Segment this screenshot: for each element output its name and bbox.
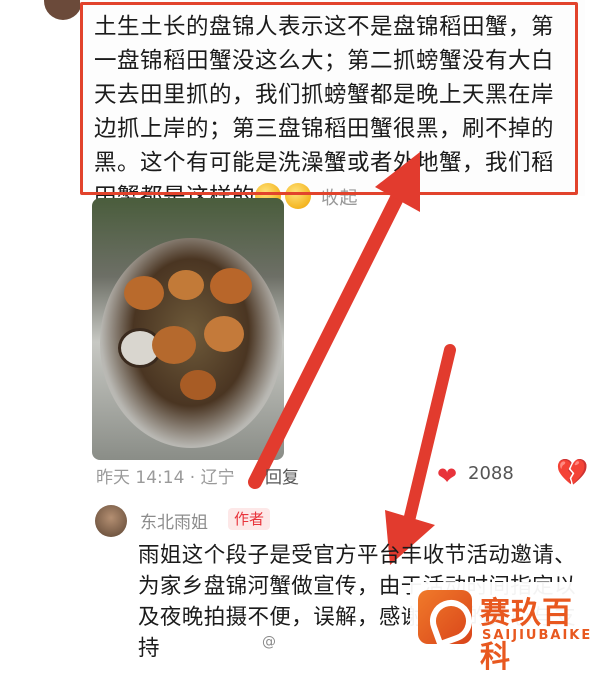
crab-image	[124, 276, 164, 310]
crab-image	[180, 370, 216, 400]
author-badge: 作者	[228, 508, 271, 530]
logo-subtext: SAIJIUBAIKE	[482, 628, 593, 643]
commenter-avatar[interactable]	[44, 0, 82, 20]
site-logo: 赛玖百科 SAIJIUBAIKE	[410, 582, 596, 675]
crab-image	[152, 326, 196, 364]
author-avatar[interactable]	[95, 505, 127, 537]
watermark-handle: @	[258, 634, 280, 650]
crab-image	[168, 270, 204, 300]
broken-heart-icon[interactable]: 💔	[556, 458, 588, 488]
comment-time-location: 昨天 14:14 · 辽宁	[96, 468, 235, 488]
downward-arrow	[385, 344, 456, 565]
like-count: 2088	[468, 463, 514, 484]
whale-tail-icon	[418, 590, 472, 644]
reply-button[interactable]: 回复	[265, 463, 299, 488]
heart-icon[interactable]: ❤	[437, 462, 457, 490]
author-name[interactable]: 东北雨姐	[140, 508, 208, 533]
